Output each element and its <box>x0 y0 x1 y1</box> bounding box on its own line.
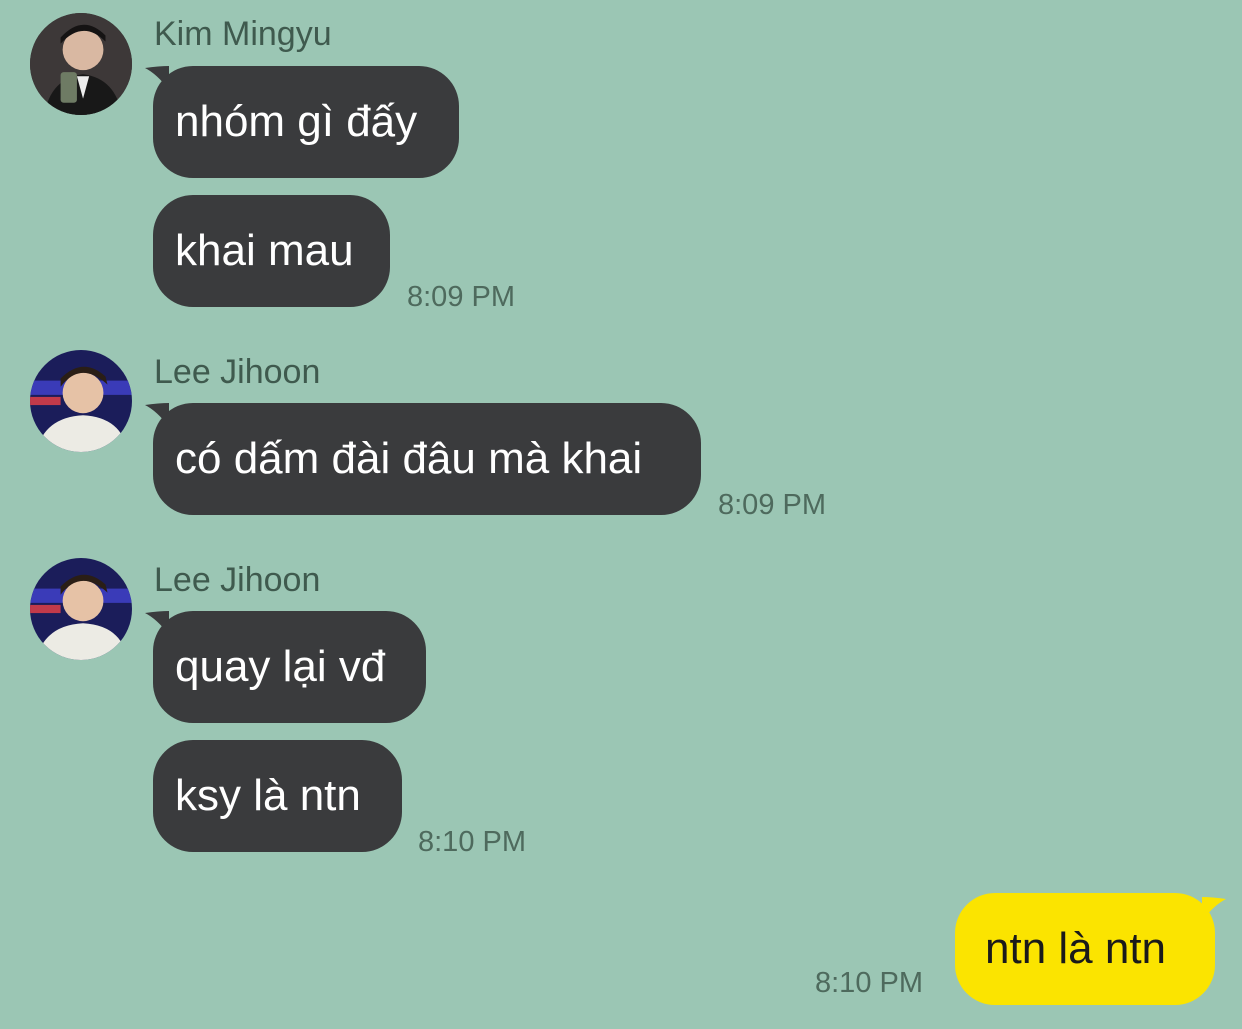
message-bubble[interactable]: có dấm đài đâu mà khai <box>153 403 701 515</box>
message-bubble[interactable]: ksy là ntn <box>153 740 402 852</box>
avatar-kim-mingyu[interactable] <box>30 13 132 115</box>
message-timestamp: 8:09 PM <box>407 281 515 313</box>
message-text: nhóm gì đấy <box>175 97 418 146</box>
message-bubble[interactable]: quay lại vđ <box>153 611 426 723</box>
message-text: ksy là ntn <box>175 771 361 820</box>
message-bubble[interactable]: khai mau <box>153 195 390 307</box>
message-text: ntn là ntn <box>985 924 1167 973</box>
sender-name: Lee Jihoon <box>154 353 321 391</box>
message-timestamp: 8:10 PM <box>815 967 923 999</box>
avatar-lee-jihoon[interactable] <box>30 558 132 660</box>
message-timestamp: 8:09 PM <box>718 489 826 521</box>
profile-photo-icon <box>30 350 132 452</box>
sender-name: Kim Mingyu <box>154 15 332 53</box>
message-text: khai mau <box>175 226 354 275</box>
sender-name: Lee Jihoon <box>154 561 321 599</box>
profile-photo-icon <box>30 13 132 115</box>
message-text: quay lại vđ <box>175 642 386 691</box>
bubble-tail <box>1202 897 1226 921</box>
message-bubble-outgoing[interactable]: ntn là ntn <box>955 893 1215 1005</box>
profile-photo-icon <box>30 558 132 660</box>
message-timestamp: 8:10 PM <box>418 826 526 858</box>
message-text: có dấm đài đâu mà khai <box>175 434 643 483</box>
avatar-lee-jihoon[interactable] <box>30 350 132 452</box>
message-bubble[interactable]: nhóm gì đấy <box>153 66 459 178</box>
